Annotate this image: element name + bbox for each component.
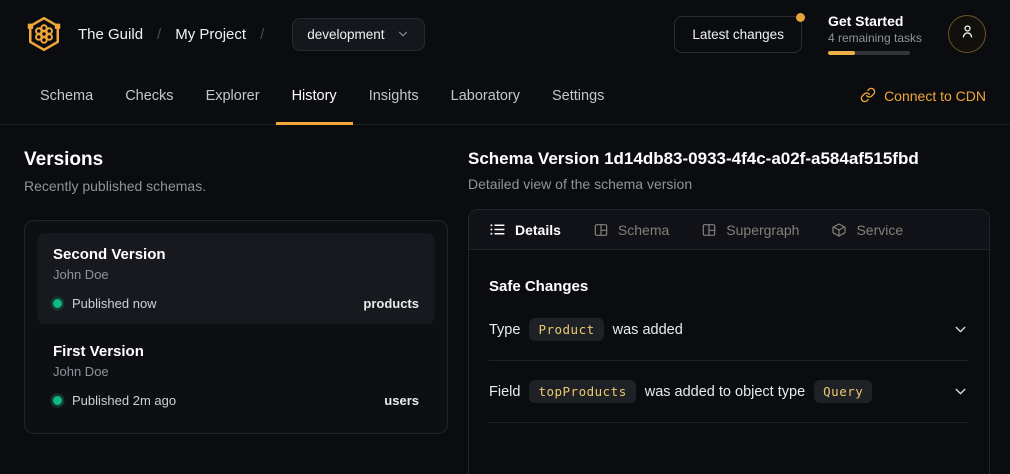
detail-title: Schema Version 1d14db83-0933-4f4c-a02f-a… xyxy=(468,149,990,169)
nav-tab-label: Checks xyxy=(125,88,173,104)
change-row[interactable]: Field topProducts was added to object type… xyxy=(489,361,969,423)
published-status-dot xyxy=(53,299,62,308)
detail-subtitle: Detailed view of the schema version xyxy=(468,176,990,192)
get-started-title: Get Started xyxy=(828,13,922,29)
chevron-down-icon[interactable] xyxy=(952,383,969,400)
version-list-item[interactable]: First Version John Doe Published 2m ago … xyxy=(37,330,435,421)
notification-dot xyxy=(796,13,805,22)
breadcrumb-separator: / xyxy=(260,26,264,43)
detail-tab[interactable]: Service xyxy=(831,222,903,238)
nav-tab[interactable]: Settings xyxy=(536,68,620,124)
version-service-name: users xyxy=(384,393,419,408)
nav-tab[interactable]: Explorer xyxy=(190,68,276,124)
cube-icon xyxy=(831,222,847,238)
version-status-row: Published 2m ago users xyxy=(53,393,419,408)
header-right: Latest changes Get Started 4 remaining t… xyxy=(674,13,986,55)
columns-icon xyxy=(701,222,717,238)
changes-list: Type Product was added Field topProducts was… xyxy=(489,299,969,423)
detail-tab-label: Details xyxy=(515,222,561,238)
version-status-row: Published now products xyxy=(53,296,419,311)
detail-panel: Schema Version 1d14db83-0933-4f4c-a02f-a… xyxy=(468,149,990,474)
change-text: Type xyxy=(489,322,520,338)
app-window: The Guild / My Project / development Lat… xyxy=(0,0,1010,474)
change-description: Type Product was added xyxy=(489,318,683,341)
columns-icon xyxy=(593,222,609,238)
change-row[interactable]: Type Product was added xyxy=(489,299,969,361)
nav-tab-label: Schema xyxy=(40,88,93,104)
change-description: Field topProducts was added to object type… xyxy=(489,380,881,403)
detail-content: Safe Changes Type Product was added Fieldt… xyxy=(469,250,989,423)
chevron-down-icon[interactable] xyxy=(952,321,969,338)
detail-tabbar: Details Schema Supergraph xyxy=(469,210,989,250)
target-selector[interactable]: development xyxy=(292,18,424,51)
code-chip: topProducts xyxy=(529,380,635,403)
breadcrumb-project[interactable]: My Project xyxy=(175,26,246,43)
progress-fill xyxy=(828,51,855,55)
nav-tab-label: Explorer xyxy=(206,88,260,104)
chevron-down-icon xyxy=(396,27,410,41)
breadcrumb-org[interactable]: The Guild xyxy=(78,26,143,43)
user-avatar[interactable] xyxy=(948,15,986,53)
code-chip: Product xyxy=(529,318,603,341)
version-status-label: Published 2m ago xyxy=(72,393,176,408)
change-text: was added to object type xyxy=(645,384,805,400)
list-icon xyxy=(489,221,506,238)
nav-tab[interactable]: Checks xyxy=(109,68,189,124)
published-status-dot xyxy=(53,396,62,405)
link-icon xyxy=(860,87,876,106)
nav-tab-label: Insights xyxy=(369,88,419,104)
section-title: Safe Changes xyxy=(489,278,969,295)
main-nav: Schema Checks Explorer History Insights … xyxy=(0,68,1010,125)
main-content: Versions Recently published schemas. Sec… xyxy=(0,125,1010,474)
detail-tab[interactable]: Details xyxy=(489,221,561,238)
nav-tab-label: History xyxy=(292,88,337,104)
nav-tab[interactable]: Laboratory xyxy=(435,68,536,124)
detail-tab-label: Supergraph xyxy=(726,222,799,238)
version-author: John Doe xyxy=(53,364,419,379)
nav-tab[interactable]: History xyxy=(276,68,353,124)
version-status-label: Published now xyxy=(72,296,157,311)
user-icon xyxy=(958,22,977,46)
detail-tab-label: Schema xyxy=(618,222,669,238)
versions-title: Versions xyxy=(24,149,448,171)
nav-tab-label: Laboratory xyxy=(451,88,520,104)
detail-tab[interactable]: Supergraph xyxy=(701,222,799,238)
versions-subtitle: Recently published schemas. xyxy=(24,178,448,194)
detail-card: Details Schema Supergraph xyxy=(468,209,990,474)
change-text: was added xyxy=(613,322,683,338)
breadcrumb-separator: / xyxy=(157,26,161,43)
guild-logo-icon[interactable] xyxy=(24,14,64,54)
get-started-progress-bar xyxy=(828,51,910,55)
get-started-subtitle: 4 remaining tasks xyxy=(828,31,922,45)
versions-list: Second Version John Doe Published now pr… xyxy=(24,220,448,434)
version-author: John Doe xyxy=(53,267,419,282)
versions-panel: Versions Recently published schemas. Sec… xyxy=(24,149,448,474)
nav-tab[interactable]: Insights xyxy=(353,68,435,124)
version-service-name: products xyxy=(363,296,419,311)
target-selector-value: development xyxy=(307,27,384,42)
nav-tab[interactable]: Schema xyxy=(24,68,109,124)
version-title: Second Version xyxy=(53,246,419,263)
version-list-item[interactable]: Second Version John Doe Published now pr… xyxy=(37,233,435,324)
change-text: Field xyxy=(489,384,520,400)
latest-changes-button[interactable]: Latest changes xyxy=(674,16,802,53)
connect-to-cdn-label: Connect to CDN xyxy=(884,88,986,104)
code-chip: Query xyxy=(814,380,872,403)
detail-tab-label: Service xyxy=(856,222,903,238)
connect-to-cdn-link[interactable]: Connect to CDN xyxy=(860,68,1000,124)
get-started-widget[interactable]: Get Started 4 remaining tasks xyxy=(828,13,922,55)
version-title: First Version xyxy=(53,343,419,360)
header: The Guild / My Project / development Lat… xyxy=(0,0,1010,68)
detail-tab[interactable]: Schema xyxy=(593,222,669,238)
nav-tab-label: Settings xyxy=(552,88,604,104)
